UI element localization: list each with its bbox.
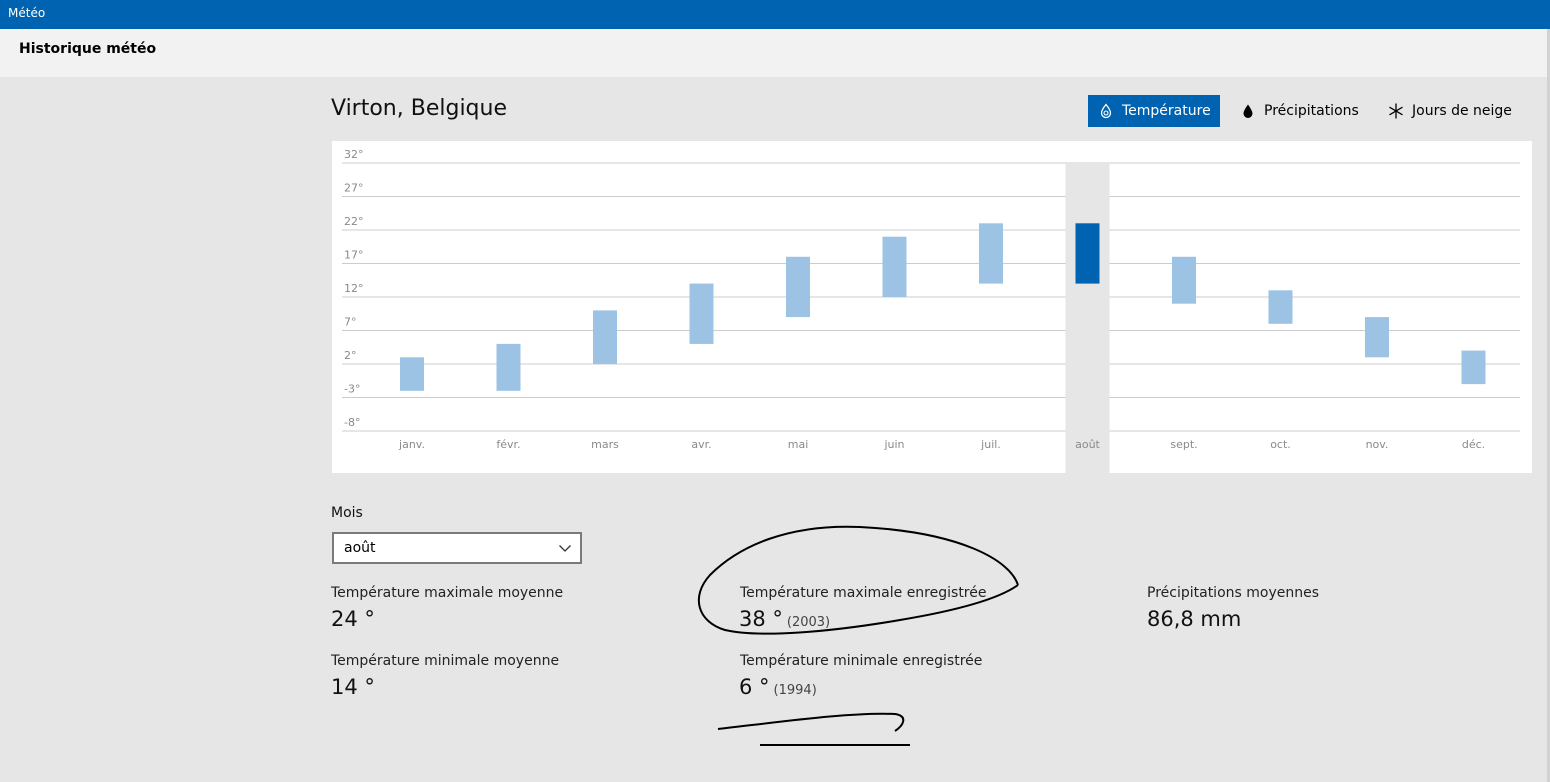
title-bar: Météo — [0, 0, 1550, 29]
avg-max-value: 24 ° — [331, 607, 375, 631]
chevron-down-icon — [558, 541, 572, 555]
snowflake-icon — [1388, 103, 1404, 119]
record-max: 38 ° (2003) — [739, 607, 830, 631]
y-tick-label: 12° — [344, 282, 364, 295]
avg-max-label: Température maximale moyenne — [331, 585, 564, 601]
record-min: 6 ° (1994) — [739, 675, 817, 699]
tab-precipitations-label: Précipitations — [1264, 103, 1359, 119]
x-tick-label: févr. — [496, 438, 520, 451]
x-tick-label: mai — [788, 438, 809, 451]
raindrop-icon — [1240, 103, 1256, 119]
temperature-range-bar[interactable] — [1365, 317, 1389, 358]
tab-snow-days[interactable]: Jours de neige — [1388, 95, 1528, 127]
selected-month-highlight — [1065, 163, 1110, 473]
temperature-range-bar[interactable] — [400, 357, 424, 391]
location-title: Virton, Belgique — [331, 96, 507, 121]
y-tick-label: 27° — [344, 182, 364, 195]
x-tick-label: janv. — [398, 438, 425, 451]
month-select[interactable]: août — [332, 532, 582, 564]
tab-snow-days-label: Jours de neige — [1412, 103, 1512, 119]
precip-value: 86,8 mm — [1147, 607, 1242, 631]
temperature-range-bar[interactable] — [1075, 223, 1100, 284]
y-tick-label: 22° — [344, 215, 364, 228]
avg-min-value: 14 ° — [331, 675, 375, 699]
precip-label: Précipitations moyennes — [1147, 585, 1320, 601]
y-tick-label: 2° — [344, 349, 357, 362]
page-header: Historique météo — [0, 29, 1550, 77]
tab-precipitations[interactable]: Précipitations — [1240, 95, 1370, 127]
record-min-year: (1994) — [773, 683, 817, 698]
chart-canvas: 32° 27° 22° 17° 12° 7° 2° -3° -8° janv. févr. mars a… — [342, 148, 1520, 473]
y-tick-label: -8° — [344, 416, 360, 429]
record-max-year: (2003) — [786, 615, 831, 630]
page-title: Historique météo — [19, 41, 157, 57]
temperature-range-bar[interactable] — [882, 236, 907, 297]
month-select-label: Mois — [331, 505, 363, 521]
avg-min-label: Température minimale moyenne — [331, 653, 560, 669]
x-tick-label: nov. — [1366, 438, 1389, 451]
app-title: Météo — [8, 6, 46, 20]
thermometer-icon — [1098, 103, 1114, 119]
temperature-range-bar[interactable] — [689, 283, 714, 344]
tab-temperature-label: Température — [1122, 103, 1211, 119]
y-tick-label: 7° — [344, 316, 357, 329]
record-min-label: Température minimale enregistrée — [740, 653, 983, 669]
temperature-range-bar[interactable] — [786, 256, 810, 318]
temperature-chart: 32° 27° 22° 17° 12° 7° 2° -3° -8° janv. févr. mars a… — [332, 141, 1532, 473]
temperature-range-bar[interactable] — [1461, 350, 1486, 385]
y-tick-label: 17° — [344, 249, 364, 262]
temperature-range-bar[interactable] — [1268, 290, 1293, 324]
temperature-range-bar[interactable] — [496, 343, 521, 391]
temperature-range-bar[interactable] — [979, 223, 1003, 284]
record-min-value: 6 ° — [739, 675, 770, 699]
temperature-range-bar[interactable] — [593, 310, 617, 364]
temperature-range-bar[interactable] — [1172, 256, 1196, 304]
x-tick-label: déc. — [1462, 438, 1485, 451]
x-tick-label: juil. — [980, 438, 1001, 451]
x-tick-label: mars — [591, 438, 619, 451]
tab-temperature[interactable]: Température — [1088, 95, 1220, 127]
y-tick-label: 32° — [344, 148, 364, 161]
month-select-value: août — [344, 540, 376, 556]
x-tick-label: sept. — [1170, 438, 1197, 451]
x-tick-label: juin — [883, 438, 904, 451]
record-max-label: Température maximale enregistrée — [740, 585, 987, 601]
x-tick-label: avr. — [691, 438, 711, 451]
y-tick-label: -3° — [344, 383, 360, 396]
x-tick-label: août — [1075, 438, 1100, 451]
record-max-value: 38 ° — [739, 607, 783, 631]
x-tick-label: oct. — [1270, 438, 1291, 451]
